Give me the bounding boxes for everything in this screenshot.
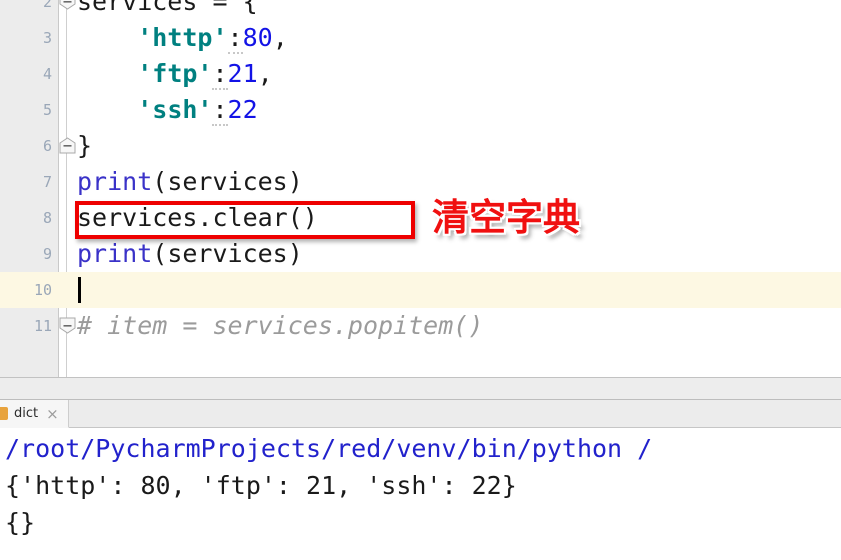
code-token: ,: [257, 59, 273, 88]
gutter-line-number[interactable]: 4: [0, 56, 59, 92]
current-line-highlight: [59, 272, 841, 308]
console-tab-dict[interactable]: dict ×: [0, 400, 69, 428]
code-line[interactable]: print(services): [77, 236, 303, 272]
code-line[interactable]: 'ssh':22: [77, 92, 258, 128]
code-token: :: [212, 95, 228, 126]
gutter-line-number[interactable]: 9: [0, 236, 59, 272]
editor-console-splitter[interactable]: [0, 377, 841, 400]
code-token: print: [77, 239, 153, 268]
gutter-line-number[interactable]: 11: [0, 308, 59, 344]
code-editor[interactable]: 2 services = {3 'http':80, 4 'ftp':21, 5 's…: [0, 0, 841, 377]
code-token: print: [77, 167, 153, 196]
gutter-line-number[interactable]: 6: [0, 128, 59, 164]
gutter-line-number[interactable]: 8: [0, 200, 59, 236]
code-token: 80: [242, 23, 273, 52]
gutter-line-number[interactable]: 2: [0, 0, 59, 20]
console-tab-bar: dict ×: [0, 400, 841, 428]
close-icon[interactable]: ×: [46, 406, 59, 421]
code-line[interactable]: 'http':80,: [77, 20, 288, 56]
console-output[interactable]: /root/PycharmProjects/red/venv/bin/pytho…: [0, 429, 841, 560]
fold-collapse-icon[interactable]: [59, 0, 76, 10]
run-console-panel: dict × /root/PycharmProjects/red/venv/bi…: [0, 400, 841, 560]
code-token: (services): [152, 167, 303, 196]
code-token: }: [77, 131, 93, 160]
code-line[interactable]: print(services): [77, 164, 303, 200]
code-line[interactable]: services = {: [77, 0, 258, 20]
code-line[interactable]: }: [77, 128, 92, 164]
code-token: 21: [227, 59, 258, 88]
console-output-line: /root/PycharmProjects/red/venv/bin/pytho…: [5, 434, 653, 463]
code-line[interactable]: 'ftp':21,: [77, 56, 273, 92]
code-token: 'ssh': [137, 95, 213, 124]
code-token: (services): [152, 239, 303, 268]
gutter-line-number[interactable]: 10: [0, 272, 59, 308]
code-line[interactable]: services.clear(): [77, 200, 318, 236]
code-token: # item = services.popitem(): [77, 311, 484, 340]
fold-end-icon[interactable]: [59, 137, 76, 154]
code-token: services = {: [77, 0, 258, 16]
console-output-line: {'http': 80, 'ftp': 21, 'ssh': 22}: [5, 471, 517, 500]
code-token: 22: [227, 95, 258, 124]
code-token: :: [212, 59, 228, 90]
console-tab-label: dict: [14, 406, 39, 421]
gutter-line-number[interactable]: 5: [0, 92, 59, 128]
console-output-line: {}: [5, 508, 36, 537]
code-token: 'http': [137, 23, 228, 52]
gutter-line-number[interactable]: 7: [0, 164, 59, 200]
gutter-line-number[interactable]: 3: [0, 20, 59, 56]
python-run-icon: [0, 407, 8, 420]
pycharm-window: 2 services = {3 'http':80, 4 'ftp':21, 5 's…: [0, 0, 841, 560]
annotation-label: 清空字典: [432, 196, 580, 239]
code-token: services.clear(): [77, 203, 318, 232]
text-caret: [78, 277, 81, 303]
code-token: 'ftp': [137, 59, 213, 88]
code-token: ,: [272, 23, 288, 52]
code-token: :: [227, 23, 243, 54]
fold-collapse-icon[interactable]: [59, 317, 76, 334]
code-line[interactable]: # item = services.popitem(): [77, 308, 483, 344]
